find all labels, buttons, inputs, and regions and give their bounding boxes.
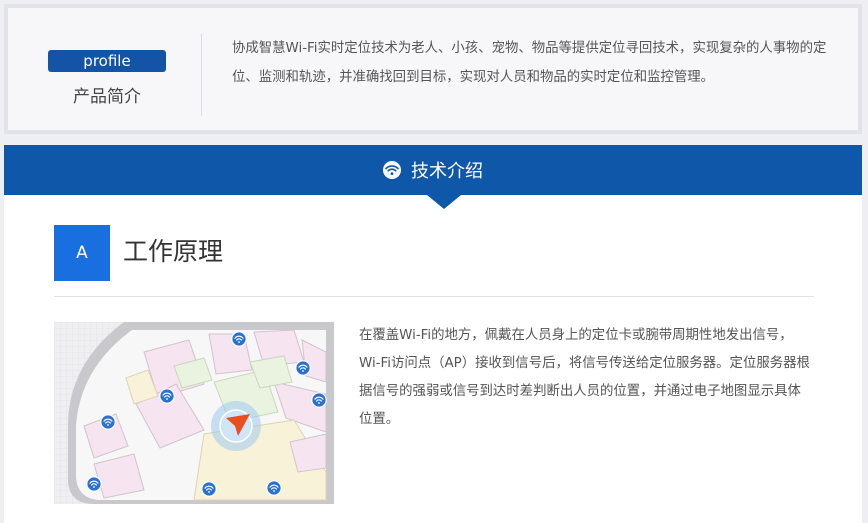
profile-tag: profile <box>48 50 166 72</box>
profile-divider <box>201 34 202 116</box>
section-divider <box>54 296 814 297</box>
wifi-icon <box>383 161 401 179</box>
section-title: 工作原理 <box>123 238 224 266</box>
tech-intro-header: 技术介绍 <box>4 145 862 195</box>
section-badge: A <box>54 225 110 281</box>
profile-description: 协成智慧Wi-Fi实时定位技术为老人、小孩、宠物、物品等提供定位寻回技术，实现复… <box>232 41 827 85</box>
tech-intro-title: 技术介绍 <box>411 161 483 182</box>
principle-description: 在覆盖Wi-Fi的地方，佩戴在人员身上的定位卡或腕带周期性地发出信号，Wi-Fi… <box>359 328 810 427</box>
tech-intro-panel: 技术介绍 A 工作原理 在覆盖Wi-Fi的地方，佩戴在人员身上的定位卡或腕带周期… <box>4 145 862 523</box>
product-profile-card: profile 产品简介 协成智慧Wi-Fi实时定位技术为老人、小孩、宠物、物品… <box>4 4 862 134</box>
indoor-map-illustration <box>54 322 334 504</box>
profile-title: 产品简介 <box>73 87 141 107</box>
header-pointer <box>427 195 461 209</box>
